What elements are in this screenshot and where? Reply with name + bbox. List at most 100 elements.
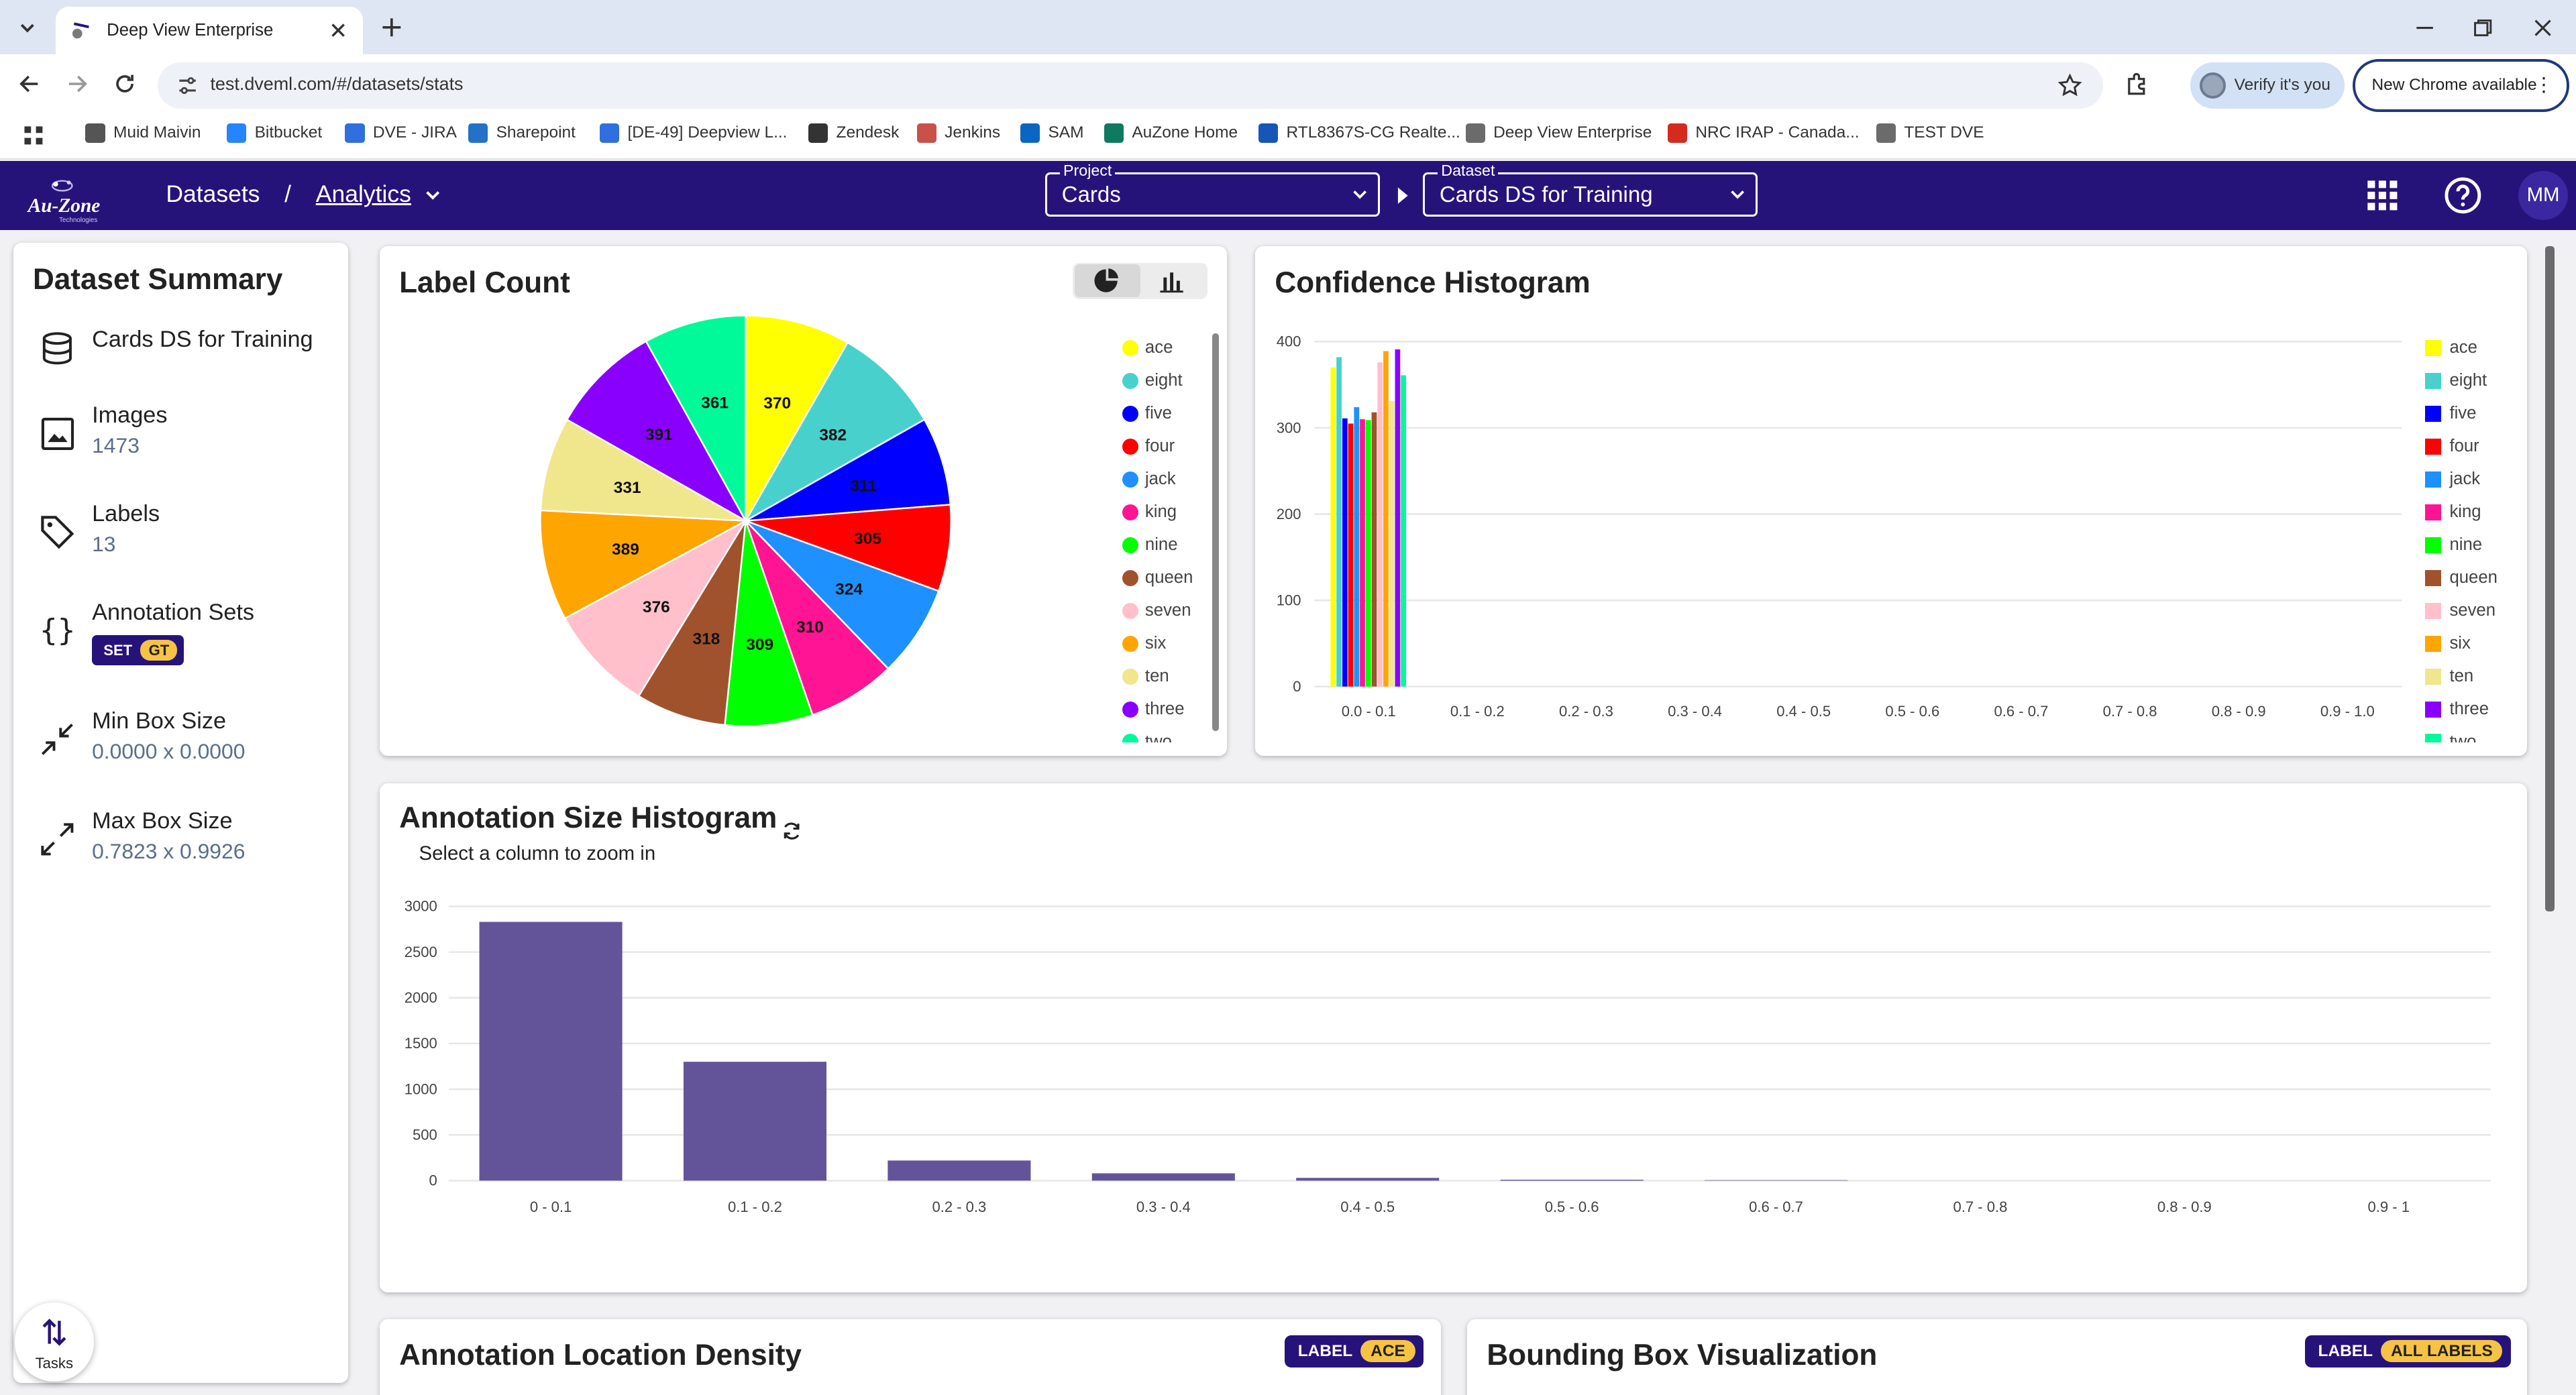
legend-item[interactable]: six	[1122, 634, 1166, 653]
bbox-label-tag: LABEL	[2318, 1341, 2373, 1360]
x-tick-label: 0.2 - 0.3	[932, 1198, 986, 1215]
legend-swatch	[1122, 537, 1139, 554]
bookmark-item[interactable]: Bitbucket	[226, 123, 322, 144]
reload-icon[interactable]	[110, 69, 140, 99]
legend-swatch	[2424, 701, 2442, 718]
legend-item[interactable]: ten	[1122, 667, 1169, 686]
apps-grid-icon[interactable]	[2363, 176, 2402, 215]
legend-item[interactable]: six	[2424, 634, 2471, 653]
bar-chart-icon[interactable]	[1159, 268, 1185, 294]
legend-scrollbar[interactable]	[1212, 333, 1220, 731]
legend-item[interactable]: seven	[1122, 601, 1191, 620]
legend-item[interactable]: jack	[1122, 469, 1176, 489]
legend-label: ten	[2449, 667, 2474, 686]
legend-item[interactable]: queen	[1122, 568, 1193, 588]
legend-item[interactable]: three	[1122, 700, 1185, 719]
forward-arrow-icon[interactable]	[62, 69, 92, 99]
legend-item[interactable]: queen	[2424, 568, 2498, 588]
new-chrome-button[interactable]: New Chrome available ⋮	[2352, 59, 2570, 112]
histogram-bar	[1377, 362, 1383, 687]
legend-swatch	[1122, 438, 1139, 455]
bookmark-item[interactable]: RTL8367S-CG Realte...	[1258, 123, 1460, 144]
bookmark-item[interactable]: Jenkins	[916, 123, 1000, 144]
restore-icon[interactable]	[2469, 15, 2496, 41]
help-icon[interactable]	[2443, 176, 2483, 215]
legend-item[interactable]: five	[2424, 404, 2476, 423]
legend-item[interactable]: nine	[2424, 535, 2483, 555]
back-arrow-icon[interactable]	[15, 69, 44, 99]
legend-item[interactable]: ten	[2424, 667, 2474, 686]
site-info-icon[interactable]	[174, 72, 201, 99]
bookmark-item[interactable]: Zendesk	[808, 123, 899, 144]
tasks-button[interactable]: Tasks	[15, 1302, 94, 1382]
legend-item[interactable]: king	[2424, 502, 2481, 522]
bookmark-item[interactable]: Deep View Enterprise	[1465, 123, 1652, 144]
bookmark-label: Sharepoint	[496, 123, 576, 142]
refresh-icon[interactable]	[780, 820, 803, 842]
extensions-puzzle-icon[interactable]	[2123, 69, 2152, 99]
legend-label: nine	[2449, 535, 2483, 555]
legend-item[interactable]: eight	[2424, 371, 2487, 390]
breadcrumb-datasets[interactable]: Datasets	[166, 180, 260, 208]
chart-type-toggle[interactable]	[1073, 262, 1208, 299]
legend-item[interactable]: nine	[1122, 535, 1178, 555]
legend-item[interactable]: seven	[2424, 601, 2496, 620]
bookmark-item[interactable]: NRC IRAP - Canada...	[1667, 123, 1860, 144]
verify-profile-button[interactable]: Verify it's you	[2190, 62, 2345, 109]
bookmark-item[interactable]: AuZone Home	[1104, 123, 1238, 144]
new-tab-plus-icon[interactable]	[378, 13, 406, 42]
tab-title: Deep View Enterprise	[107, 20, 274, 40]
set-badge[interactable]: SET GT	[92, 634, 184, 666]
legend-item[interactable]: four	[2424, 437, 2479, 456]
bookmark-item[interactable]: Sharepoint	[468, 123, 576, 144]
tab-deep-view[interactable]: Deep View Enterprise	[56, 6, 364, 54]
bookmark-item[interactable]: TEST DVE	[1876, 123, 1984, 144]
legend-item[interactable]: two	[2424, 732, 2477, 742]
bookmark-item[interactable]: SAM	[1020, 123, 1083, 144]
bookmark-star-icon[interactable]	[2057, 72, 2083, 99]
pie-chart-icon[interactable]	[1093, 268, 1119, 294]
auzone-logo[interactable]: Au-Zone Technologies	[23, 171, 115, 224]
legend-item[interactable]: jack	[2424, 469, 2480, 489]
page-scrollbar[interactable]	[2544, 246, 2555, 912]
user-avatar[interactable]: MM	[2518, 170, 2568, 221]
x-tick-label: 0.4 - 0.5	[1776, 703, 1831, 720]
legend-item[interactable]: king	[1122, 502, 1177, 522]
legend-item[interactable]: ace	[2424, 338, 2477, 357]
bookmark-item[interactable]: Muid Maivin	[85, 123, 201, 144]
minimize-icon[interactable]	[2412, 15, 2438, 41]
address-bar[interactable]: test.dveml.com/#/datasets/stats	[158, 62, 2103, 109]
apps-grid-icon[interactable]	[23, 125, 46, 148]
bookmark-item[interactable]: DVE - JIRA	[345, 123, 457, 144]
bookmark-favicon-icon	[468, 123, 488, 144]
legend-swatch	[2424, 537, 2442, 554]
legend-item[interactable]: four	[1122, 437, 1175, 456]
close-tab-icon[interactable]	[327, 19, 350, 42]
legend-item[interactable]: five	[1122, 404, 1172, 423]
legend-label: two	[2449, 732, 2477, 742]
project-select[interactable]: Project Cards	[1044, 161, 1381, 217]
legend-item[interactable]: eight	[1122, 371, 1183, 390]
breadcrumb-analytics[interactable]: Analytics	[316, 180, 411, 208]
annotation-sets-label: Annotation Sets	[92, 599, 255, 625]
dataset-select[interactable]: Dataset Cards DS for Training	[1422, 161, 1758, 217]
more-menu-icon[interactable]: ⋮	[2534, 73, 2553, 97]
tab-search-chevron-icon[interactable]	[13, 13, 42, 42]
bookmark-label: TEST DVE	[1904, 123, 1984, 142]
legend-item[interactable]: ace	[1122, 338, 1173, 357]
bookmark-item[interactable]: [DE-49] Deepview L...	[599, 123, 787, 144]
legend-item[interactable]: two	[1122, 732, 1172, 742]
bookmark-favicon-icon	[599, 123, 620, 144]
legend-swatch	[2424, 504, 2442, 521]
legend-item[interactable]: three	[2424, 700, 2489, 719]
dataset-select-label: Dataset	[1438, 161, 1499, 180]
legend-swatch	[1122, 504, 1139, 521]
location-label-pill[interactable]: LABEL ACE	[1285, 1335, 1424, 1368]
pie-value-label: 376	[643, 598, 670, 616]
close-window-icon[interactable]	[2530, 15, 2556, 41]
x-tick-label: 0.7 - 0.8	[1953, 1198, 2007, 1215]
chevron-down-icon[interactable]	[421, 183, 444, 206]
bbox-label-pill[interactable]: LABEL ALL LABELS	[2304, 1335, 2511, 1368]
legend-swatch	[2424, 339, 2442, 357]
min-box-label: Min Box Size	[92, 708, 227, 734]
